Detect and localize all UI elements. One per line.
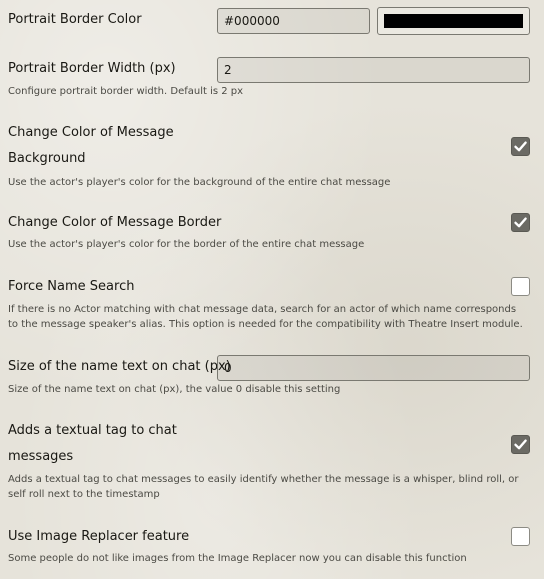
portrait-border-width-hint: Configure portrait border width. Default… — [8, 86, 244, 97]
portrait-border-width-label: Portrait Border Width (px) — [8, 61, 176, 76]
name-text-size-label: Size of the name text on chat (px) — [8, 359, 231, 374]
message-border-checkbox[interactable] — [511, 213, 530, 232]
image-replacer-label: Use Image Replacer feature — [8, 529, 190, 544]
force-name-search-hint-line2: to the message speaker's alias. This opt… — [8, 319, 523, 330]
textual-tag-hint-line1: Adds a textual tag to chat messages to e… — [8, 474, 519, 485]
message-background-hint: Use the actor's player's color for the b… — [8, 177, 391, 188]
message-background-label-line1: Change Color of Message — [8, 125, 174, 140]
force-name-search-label: Force Name Search — [8, 279, 135, 294]
name-text-size-hint: Size of the name text on chat (px), the … — [8, 384, 341, 395]
force-name-search-hint-line1: If there is no Actor matching with chat … — [8, 304, 517, 315]
message-background-label-line2: Background — [8, 151, 86, 166]
portrait-border-color-label: Portrait Border Color — [8, 12, 142, 27]
textual-tag-label-line1: Adds a textual tag to chat — [8, 423, 177, 438]
portrait-border-color-input[interactable]: #000000 — [217, 8, 370, 34]
textual-tag-checkbox[interactable] — [511, 435, 530, 454]
name-text-size-input[interactable]: 0 — [217, 355, 530, 381]
image-replacer-hint: Some people do not like images from the … — [8, 553, 467, 564]
check-icon — [514, 439, 527, 450]
message-border-hint: Use the actor's player's color for the b… — [8, 239, 365, 250]
message-background-checkbox[interactable] — [511, 137, 530, 156]
message-border-label: Change Color of Message Border — [8, 215, 222, 230]
portrait-border-width-input[interactable]: 2 — [217, 57, 530, 83]
check-icon — [514, 217, 527, 228]
textual-tag-label-line2: messages — [8, 449, 74, 464]
image-replacer-checkbox[interactable] — [511, 527, 530, 546]
color-swatch-fill — [384, 14, 523, 28]
portrait-border-color-picker[interactable] — [377, 7, 530, 35]
force-name-search-checkbox[interactable] — [511, 277, 530, 296]
check-icon — [514, 141, 527, 152]
textual-tag-hint-line2: self roll next to the timestamp — [8, 489, 160, 500]
